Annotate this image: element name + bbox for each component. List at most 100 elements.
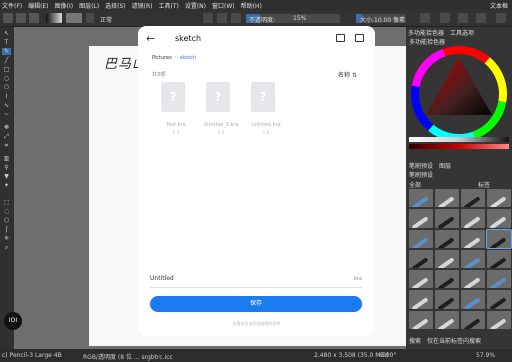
file-item[interactable]: Test.kra 0 B bbox=[156, 82, 196, 152]
color-picker-icon[interactable]: ⚲ bbox=[2, 164, 11, 171]
ellipse-select-icon[interactable]: ◌ bbox=[2, 208, 11, 215]
floating-action-button[interactable]: IOI bbox=[4, 312, 22, 330]
polygon-select-icon[interactable]: ⬡ bbox=[2, 217, 11, 224]
text-tool-icon[interactable]: T bbox=[2, 39, 11, 46]
brush-preset-item[interactable] bbox=[487, 209, 511, 228]
gradient-swatch-icon[interactable] bbox=[46, 13, 62, 23]
canvas-only-icon[interactable] bbox=[496, 13, 506, 23]
brush-preset-item[interactable] bbox=[435, 249, 459, 269]
wrap-around-icon[interactable] bbox=[458, 13, 468, 23]
freehand-select-icon[interactable]: ʃ bbox=[2, 226, 11, 233]
transform-tool-icon[interactable]: ⤢ bbox=[2, 133, 11, 140]
sort-control[interactable]: 名称 ⇅ bbox=[338, 70, 357, 79]
brush-preset-item[interactable] bbox=[461, 209, 485, 228]
brush-preset-item[interactable] bbox=[486, 228, 512, 249]
hue-bar[interactable] bbox=[409, 144, 509, 149]
contiguous-select-icon[interactable]: ✳ bbox=[2, 235, 11, 242]
menu-settings[interactable]: 设置(N) bbox=[185, 1, 206, 10]
rect-select-icon[interactable]: ⬚ bbox=[2, 199, 11, 206]
brush-preset-item[interactable] bbox=[409, 290, 433, 309]
file-item[interactable]: Untitled.kra 0 B bbox=[246, 82, 286, 152]
brush-preset-item[interactable] bbox=[435, 290, 459, 309]
assistant-tool-icon[interactable]: ✦ bbox=[2, 182, 11, 189]
crop-tool-icon[interactable]: ⌗ bbox=[2, 142, 11, 149]
brush-preset-item[interactable] bbox=[487, 290, 511, 309]
breadcrumb-current[interactable]: sketch bbox=[180, 55, 196, 61]
eraser-mode-icon[interactable] bbox=[203, 13, 213, 23]
dynamic-brush-icon[interactable]: ~ bbox=[2, 111, 11, 118]
pattern-swatch-icon[interactable] bbox=[66, 13, 82, 23]
reload-preset-icon[interactable] bbox=[231, 13, 241, 23]
mirror-vertical-icon[interactable] bbox=[440, 13, 450, 23]
gradient-tool-icon[interactable]: ▥ bbox=[2, 155, 11, 162]
brush-preset-item[interactable] bbox=[409, 249, 433, 269]
zoom-tool-icon[interactable]: ⌕ bbox=[2, 244, 11, 251]
line-tool-icon[interactable]: ╱ bbox=[2, 57, 11, 64]
brush-preset-item[interactable] bbox=[409, 270, 433, 289]
back-arrow-icon[interactable]: ← bbox=[146, 32, 155, 45]
tab-color-selector[interactable]: 多功能拾色器 bbox=[408, 28, 444, 37]
brush-preset-item[interactable] bbox=[409, 209, 433, 228]
brush-preset-item[interactable] bbox=[435, 229, 459, 248]
brush-preset-item[interactable] bbox=[461, 229, 485, 248]
search-in-tag-checkbox[interactable]: 仅在当前标签内搜索 bbox=[427, 336, 481, 345]
color-gradient-bars[interactable] bbox=[409, 137, 509, 151]
freehand-brush-icon[interactable]: ✎ bbox=[2, 48, 11, 55]
brush-preset-item[interactable] bbox=[435, 310, 459, 329]
mirror-horizontal-icon[interactable] bbox=[420, 13, 430, 23]
brush-preset-item[interactable] bbox=[461, 189, 485, 208]
save-document-icon[interactable] bbox=[29, 13, 39, 23]
brush-preset-item[interactable] bbox=[435, 209, 459, 228]
preserve-alpha-icon[interactable] bbox=[217, 13, 227, 23]
brush-search-input[interactable]: 搜索 bbox=[409, 336, 421, 345]
new-document-icon[interactable] bbox=[3, 13, 13, 23]
brush-preset-item[interactable] bbox=[487, 270, 511, 289]
brush-preset-item[interactable] bbox=[461, 310, 485, 329]
new-folder-icon[interactable] bbox=[336, 34, 345, 42]
brush-preset-item[interactable] bbox=[409, 310, 433, 329]
menu-tools[interactable]: 工具(T) bbox=[158, 1, 178, 10]
menu-file[interactable]: 文件(F) bbox=[2, 1, 22, 10]
brush-preset-item[interactable] bbox=[409, 229, 433, 248]
brush-preset-item[interactable] bbox=[409, 189, 433, 208]
brush-filter-select[interactable]: 全部 bbox=[409, 180, 421, 189]
open-document-icon[interactable] bbox=[16, 13, 26, 23]
brush-preset-item[interactable] bbox=[461, 270, 485, 289]
brush-preset-item[interactable] bbox=[487, 310, 511, 329]
polygon-tool-icon[interactable]: ⬠ bbox=[2, 84, 11, 91]
filename-input[interactable] bbox=[150, 275, 310, 282]
value-bar[interactable] bbox=[409, 137, 509, 142]
brush-preset-item[interactable] bbox=[461, 290, 485, 309]
brush-preset-item[interactable] bbox=[487, 249, 511, 269]
brush-preset-item[interactable] bbox=[461, 249, 485, 269]
select-shapes-icon[interactable]: ↖ bbox=[2, 30, 11, 37]
bezier-tool-icon[interactable]: ∿ bbox=[2, 102, 11, 109]
save-button[interactable]: 保存 bbox=[150, 296, 362, 312]
status-zoom[interactable]: 57.9% bbox=[476, 352, 495, 359]
rectangle-tool-icon[interactable]: □ bbox=[2, 66, 11, 73]
menu-filter[interactable]: 滤镜(R) bbox=[132, 1, 153, 10]
color-wheel[interactable] bbox=[410, 45, 508, 143]
menu-select[interactable]: 选择(S) bbox=[105, 1, 126, 10]
view-mode-icon[interactable] bbox=[355, 34, 364, 42]
brush-preset-item[interactable] bbox=[487, 189, 511, 208]
breadcrumb-root[interactable]: Pictures bbox=[152, 55, 172, 61]
brush-preset-item[interactable] bbox=[435, 270, 459, 289]
tab-brush-presets[interactable]: 笔刷预设 bbox=[409, 161, 433, 170]
menu-edit[interactable]: 编辑(E) bbox=[28, 1, 48, 10]
move-tool-icon[interactable]: ✥ bbox=[2, 124, 11, 131]
tab-tool-options[interactable]: 工具选项 bbox=[450, 28, 474, 37]
fill-tool-icon[interactable]: ▼ bbox=[2, 173, 11, 180]
menu-layer[interactable]: 图层(L) bbox=[79, 1, 99, 10]
menu-window[interactable]: 窗口(W) bbox=[212, 1, 235, 10]
ellipse-tool-icon[interactable]: ○ bbox=[2, 75, 11, 82]
tab-layers[interactable]: 图层 bbox=[439, 161, 451, 170]
blend-mode-select[interactable]: 正常 bbox=[100, 15, 112, 24]
workspace-icon[interactable] bbox=[476, 13, 486, 23]
brush-tag-select[interactable]: 标签 bbox=[478, 180, 490, 189]
menu-help[interactable]: 帮助(H) bbox=[241, 1, 262, 10]
menu-image[interactable]: 图像(I) bbox=[55, 1, 73, 10]
brush-preset-icon[interactable] bbox=[86, 13, 94, 23]
polyline-tool-icon[interactable]: ⌇ bbox=[2, 93, 11, 100]
brush-preset-item[interactable] bbox=[435, 189, 459, 208]
